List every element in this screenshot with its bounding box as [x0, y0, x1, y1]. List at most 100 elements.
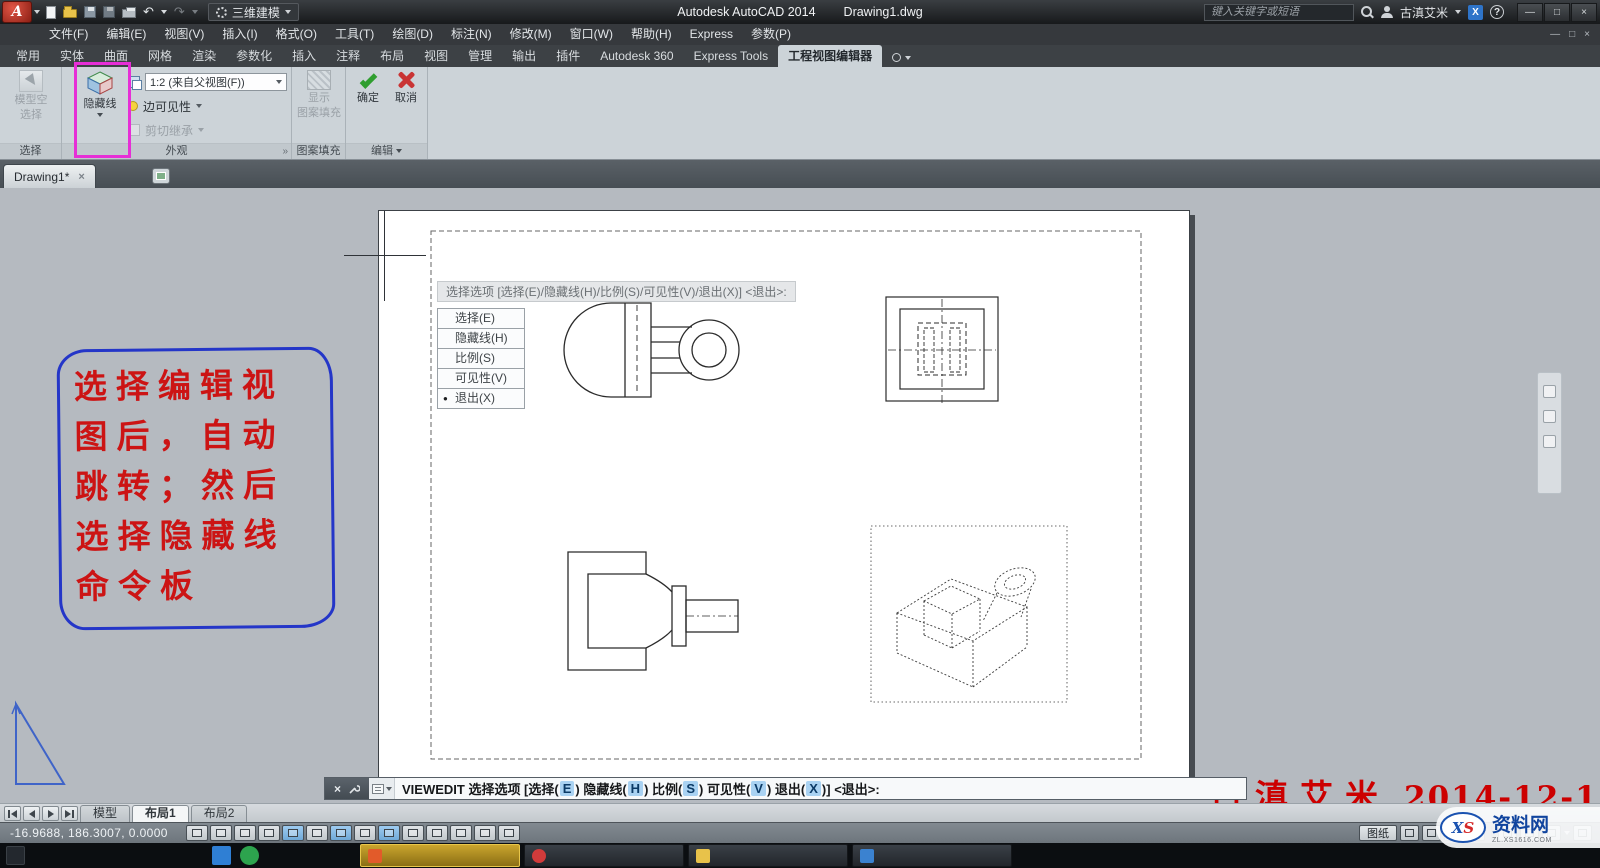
dynamic-input-toggle[interactable] [378, 825, 400, 841]
viewport-border[interactable] [431, 231, 1141, 759]
steering-wheel-icon[interactable] [1543, 385, 1556, 398]
signed-in-user[interactable]: 古滇艾米 [1400, 4, 1448, 21]
tab-parametric[interactable]: 参数化 [226, 45, 282, 67]
key-option-h[interactable]: H [628, 781, 643, 796]
taskbar-browser-icon[interactable] [212, 846, 231, 865]
otrack-toggle[interactable] [330, 825, 352, 841]
key-option-x[interactable]: X [806, 781, 821, 796]
search-icon[interactable] [1361, 6, 1374, 19]
dyn-option-select[interactable]: 选择(E) [437, 308, 525, 329]
tab-output[interactable]: 输出 [502, 45, 546, 67]
save-icon[interactable] [84, 6, 96, 18]
polar-toggle[interactable] [258, 825, 280, 841]
model-space-select-button[interactable]: 模型空 选择 [4, 70, 58, 122]
workspace-selector[interactable]: 三维建模 [208, 3, 299, 21]
open-icon[interactable] [63, 9, 77, 18]
next-tab-icon[interactable] [42, 806, 59, 821]
menu-edit[interactable]: 编辑(E) [97, 24, 155, 45]
dyn-option-scale[interactable]: 比例(S) [437, 348, 525, 369]
last-tab-icon[interactable] [61, 806, 78, 821]
doc-close-icon[interactable]: × [1584, 29, 1590, 40]
close-button[interactable]: × [1571, 3, 1597, 22]
doc-restore-icon[interactable]: □ [1569, 29, 1575, 40]
tab-manage[interactable]: 管理 [458, 45, 502, 67]
tab-mesh[interactable]: 网格 [138, 45, 182, 67]
tab-plugins[interactable]: 插件 [546, 45, 590, 67]
tab-model[interactable]: 模型 [80, 805, 130, 822]
pan-icon[interactable] [1543, 410, 1556, 423]
edge-visibility-row[interactable]: 边可见性 [128, 95, 287, 117]
cancel-button[interactable]: 取消 [388, 70, 424, 105]
navigation-bar[interactable] [1537, 372, 1562, 494]
search-input[interactable] [1204, 4, 1354, 21]
menu-tools[interactable]: 工具(T) [326, 24, 383, 45]
tab-render[interactable]: 渲染 [182, 45, 226, 67]
key-option-e[interactable]: E [560, 781, 575, 796]
osnap-3d-toggle[interactable] [306, 825, 328, 841]
undo-caret-icon[interactable] [161, 10, 167, 14]
tab-autodesk360[interactable]: Autodesk 360 [590, 45, 683, 67]
taskbar-app-flashing[interactable] [360, 844, 520, 867]
redo-caret-icon[interactable] [192, 10, 198, 14]
menu-draw[interactable]: 绘图(D) [383, 24, 442, 45]
quick-view-layouts-icon[interactable] [1400, 825, 1419, 841]
ducs-toggle[interactable] [354, 825, 376, 841]
tab-express-tools[interactable]: Express Tools [684, 45, 778, 67]
tab-layout2[interactable]: 布局2 [191, 805, 248, 822]
menu-insert[interactable]: 插入(I) [213, 24, 266, 45]
document-tab[interactable]: Drawing1* × [3, 164, 96, 188]
layout-preview-icon[interactable] [152, 168, 170, 184]
save-as-icon[interactable] [103, 6, 115, 18]
menu-file[interactable]: 文件(F) [40, 24, 97, 45]
tab-insert[interactable]: 插入 [282, 45, 326, 67]
dyn-option-exit[interactable]: ●退出(X) [437, 388, 525, 409]
undo-icon[interactable]: ↶ [143, 5, 154, 19]
doc-minimize-icon[interactable]: — [1550, 29, 1560, 40]
osnap-toggle[interactable] [282, 825, 304, 841]
new-icon[interactable] [46, 6, 56, 19]
snap-toggle[interactable] [186, 825, 208, 841]
command-close-icon[interactable]: × [334, 783, 341, 795]
lineweight-toggle[interactable] [402, 825, 424, 841]
menu-help[interactable]: 帮助(H) [622, 24, 681, 45]
command-input-icon[interactable] [369, 778, 395, 799]
hidden-lines-button[interactable]: 隐藏线 [77, 70, 123, 117]
taskbar-start-icon[interactable] [6, 846, 25, 865]
plot-icon[interactable] [122, 9, 136, 18]
view-top[interactable] [886, 297, 998, 403]
tab-solid[interactable]: 实体 [50, 45, 94, 67]
taskbar-app-3[interactable] [688, 844, 848, 867]
view-isometric[interactable] [871, 526, 1067, 702]
transparency-toggle[interactable] [426, 825, 448, 841]
app-menu-caret-icon[interactable] [34, 10, 40, 14]
menu-window[interactable]: 窗口(W) [561, 24, 622, 45]
view-side[interactable] [568, 552, 738, 670]
help-icon[interactable]: ? [1490, 5, 1504, 19]
annotation-monitor-toggle[interactable] [498, 825, 520, 841]
previous-tab-icon[interactable] [23, 806, 40, 821]
ok-button[interactable]: 确定 [350, 70, 386, 105]
tab-drawing-view-editor[interactable]: 工程视图编辑器 [778, 45, 882, 67]
tab-view[interactable]: 视图 [414, 45, 458, 67]
key-option-s[interactable]: S [683, 781, 698, 796]
key-option-v[interactable]: V [751, 781, 766, 796]
redo-icon[interactable]: ↷ [174, 5, 185, 19]
menu-format[interactable]: 格式(O) [267, 24, 326, 45]
taskbar-app-4[interactable] [852, 844, 1012, 867]
tab-annotate[interactable]: 注释 [326, 45, 370, 67]
command-prompt-text[interactable]: VIEWEDIT 选择选项 [选择(E) 隐藏线(H) 比例(S) 可见性(V)… [395, 778, 1246, 799]
selection-cycling-toggle[interactable] [474, 825, 496, 841]
taskbar-app-2[interactable] [524, 844, 684, 867]
dyn-option-hidden-lines[interactable]: 隐藏线(H) [437, 328, 525, 349]
tab-layout[interactable]: 布局 [370, 45, 414, 67]
ortho-toggle[interactable] [234, 825, 256, 841]
menu-view[interactable]: 视图(V) [155, 24, 213, 45]
command-line[interactable]: × VIEWEDIT 选择选项 [选择(E) 隐藏线(H) 比例(S) 可见性(… [324, 777, 1247, 800]
view-scale-dropdown[interactable]: 1:2 (来自父视图(F)) [145, 73, 287, 91]
menu-parametric[interactable]: 参数(P) [742, 24, 800, 45]
dyn-option-visibility[interactable]: 可见性(V) [437, 368, 525, 389]
document-tab-close-icon[interactable]: × [78, 171, 84, 183]
first-tab-icon[interactable] [4, 806, 21, 821]
minimize-button[interactable]: — [1517, 3, 1543, 22]
menu-dimension[interactable]: 标注(N) [442, 24, 501, 45]
